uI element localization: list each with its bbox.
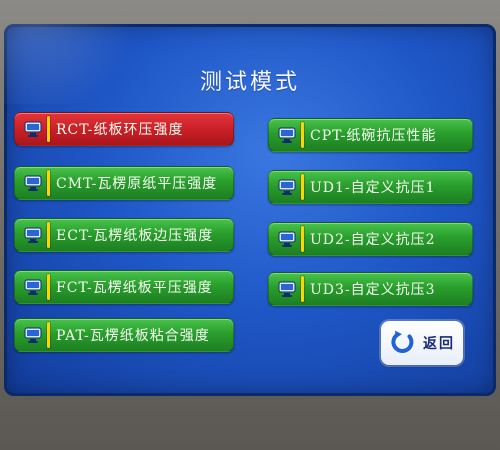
mode-button-ud1[interactable]: UD1-自定义抗压1 [268,170,473,204]
yellow-separator [301,276,304,302]
page-title: 测试模式 [199,70,300,95]
back-label: 返回 [423,336,455,352]
button-label: FCT-瓦楞纸板平压强度 [56,280,213,296]
mode-button-cmt[interactable]: CMT-瓦楞原纸平压强度 [14,166,234,200]
yellow-separator [47,170,50,196]
back-button[interactable]: 返回 [381,321,463,365]
computer-icon [23,173,43,193]
computer-icon [277,229,297,249]
mode-button-fct[interactable]: FCT-瓦楞纸板平压强度 [14,270,234,304]
computer-icon [23,119,43,139]
button-label: PAT-瓦楞纸板粘合强度 [56,328,210,344]
button-label: CMT-瓦楞原纸平压强度 [56,176,218,192]
yellow-separator [301,174,304,200]
return-arrow-icon [389,327,417,359]
button-label: RCT-纸板环压强度 [56,122,184,138]
mode-button-ud3[interactable]: UD3-自定义抗压3 [268,272,473,306]
touch-screen: 测试模式 RCT-纸板环压强度 CMT-瓦楞原纸平压强度 ECT-瓦楞纸板边压强… [4,24,496,396]
mode-button-cpt[interactable]: CPT-纸碗抗压性能 [268,118,473,152]
computer-icon [23,277,43,297]
button-label: UD3-自定义抗压3 [310,282,436,298]
mode-button-ect[interactable]: ECT-瓦楞纸板边压强度 [14,218,234,252]
computer-icon [23,325,43,345]
button-label: CPT-纸碗抗压性能 [310,128,437,144]
yellow-separator [47,116,50,142]
yellow-separator [301,226,304,252]
computer-icon [23,225,43,245]
mode-button-ud2[interactable]: UD2-自定义抗压2 [268,222,473,256]
yellow-separator [301,122,304,148]
yellow-separator [47,274,50,300]
computer-icon [277,125,297,145]
button-label: UD2-自定义抗压2 [310,232,436,248]
yellow-separator [47,222,50,248]
yellow-separator [47,322,50,348]
computer-icon [277,177,297,197]
button-label: ECT-瓦楞纸板边压强度 [56,228,214,244]
mode-button-rct[interactable]: RCT-纸板环压强度 [14,112,234,146]
button-label: UD1-自定义抗压1 [310,180,436,196]
computer-icon [277,279,297,299]
mode-button-pat[interactable]: PAT-瓦楞纸板粘合强度 [14,318,234,352]
